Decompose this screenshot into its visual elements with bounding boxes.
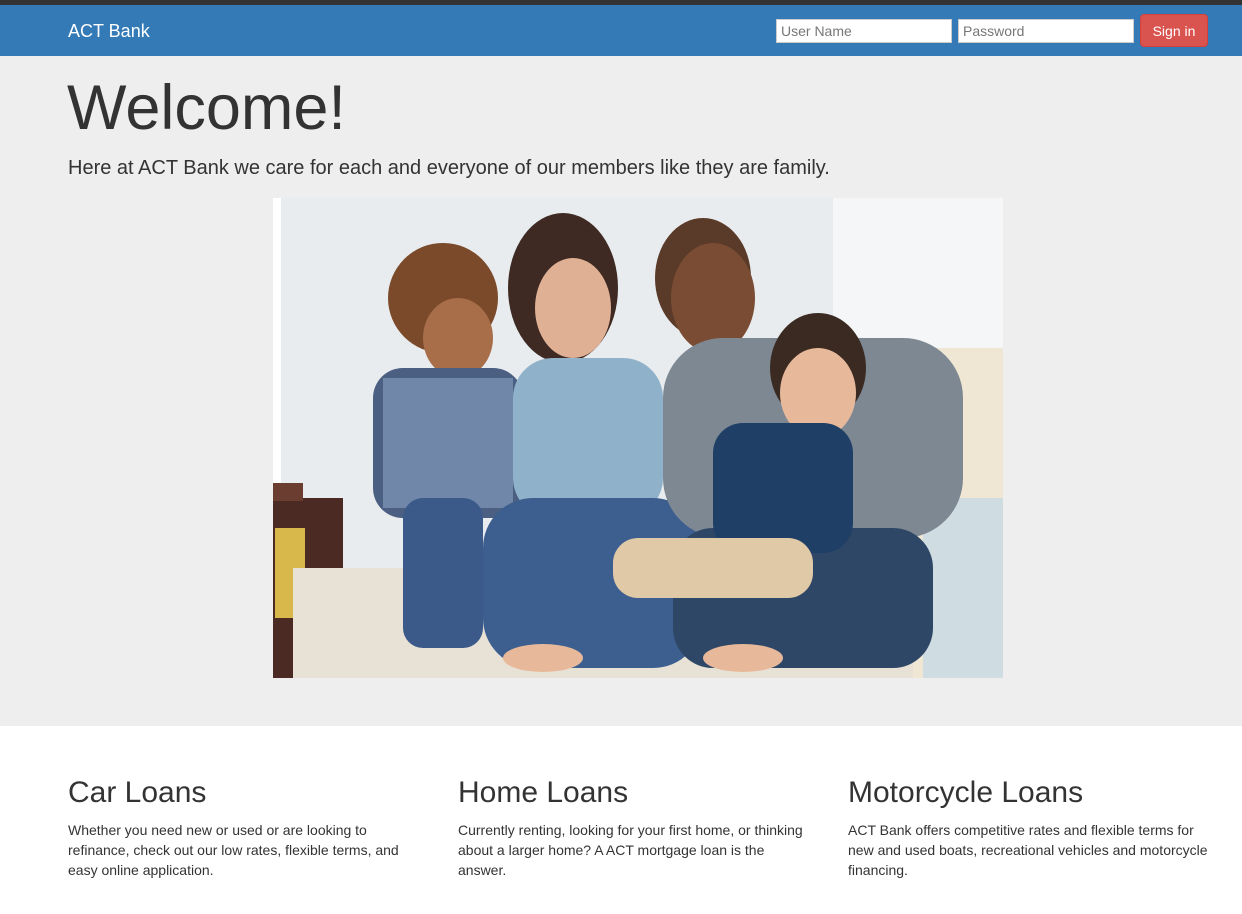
jumbotron: Welcome! Here at ACT Bank we care for ea… bbox=[0, 56, 1242, 726]
feature-home-loans: Home Loans Currently renting, looking fo… bbox=[458, 773, 808, 880]
feature-title: Home Loans bbox=[458, 776, 629, 809]
feature-motorcycle-loans: Motorcycle Loans ACT Bank offers competi… bbox=[848, 773, 1210, 880]
feature-car-loans: Car Loans Whether you need new or used o… bbox=[68, 773, 418, 880]
feature-title: Motorcycle Loans bbox=[848, 776, 1084, 809]
welcome-lead-text: Here at ACT Bank we care for each and ev… bbox=[68, 157, 830, 179]
navbar: ACT Bank Sign in bbox=[0, 5, 1242, 56]
feature-text: Whether you need new or used or are look… bbox=[68, 822, 399, 878]
login-form: Sign in bbox=[776, 14, 1208, 47]
feature-title: Car Loans bbox=[68, 776, 207, 809]
username-input[interactable] bbox=[776, 18, 952, 43]
feature-text: Currently renting, looking for your firs… bbox=[458, 822, 803, 878]
loan-features: Car Loans Whether you need new or used o… bbox=[0, 726, 1242, 914]
feature-text: ACT Bank offers competitive rates and fl… bbox=[848, 822, 1208, 878]
family-photo bbox=[273, 198, 1003, 678]
welcome-heading: Welcome! bbox=[67, 73, 346, 143]
sign-in-button[interactable]: Sign in bbox=[1140, 14, 1208, 47]
password-input[interactable] bbox=[958, 18, 1134, 43]
brand-link[interactable]: ACT Bank bbox=[68, 21, 150, 41]
family-photo-illustration bbox=[273, 198, 1003, 678]
